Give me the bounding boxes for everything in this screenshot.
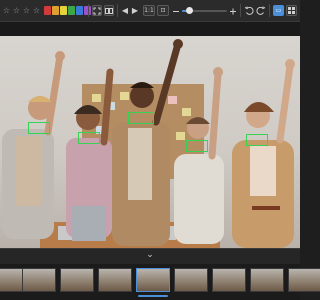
face-detection-box[interactable] [186,140,208,152]
face-detection-box[interactable] [128,112,154,124]
face-detection-box[interactable] [246,134,268,146]
filmstrip-thumbnail[interactable] [250,268,284,292]
star-4-icon[interactable]: ☆ [32,5,41,16]
filmstrip-thumbnail[interactable] [288,268,320,292]
color-labels[interactable] [44,5,91,16]
grid-view-button[interactable] [286,5,297,16]
grid-icon [288,7,295,14]
filmstrip-thumbnail-selected[interactable] [136,268,170,292]
filmstrip-collapse-button[interactable]: ⌄ [142,251,158,261]
filmstrip-thumbnail[interactable] [22,268,56,292]
person-1 [2,51,65,239]
prev-image-button[interactable]: ◀ [121,5,129,16]
star-1-icon[interactable]: ☆ [2,5,11,16]
viewer-top-margin [0,22,300,36]
color-label-blue[interactable] [76,6,83,15]
star-2-icon[interactable]: ☆ [12,5,21,16]
filmstrip-header: ⌄ [0,248,300,265]
zoom-1to1-button[interactable]: 1:1 [143,5,155,16]
toolbar-divider [269,4,270,17]
filmstrip[interactable] [0,264,320,300]
compare-button[interactable] [104,5,114,16]
rotate-right-icon[interactable] [256,5,266,16]
top-toolbar: ☆ ☆ ☆ ☆ ☆ ◀ ▶ 1:1 ⊡ [0,0,300,22]
star-3-icon[interactable]: ☆ [22,5,31,16]
toolbar-divider [240,4,241,17]
color-label-red[interactable] [44,6,51,15]
zoom-out-icon[interactable] [172,6,180,17]
zoom-slider[interactable] [182,0,227,22]
expand-icon [93,7,101,15]
zoom-fit-button[interactable]: ⊡ [157,5,169,16]
fullscreen-button[interactable] [92,5,102,16]
rotate-left-icon[interactable] [244,5,254,16]
toolbar-divider [117,4,118,17]
filmstrip-scrollbar[interactable] [138,295,168,297]
person-5 [232,59,295,248]
face-detection-box[interactable] [28,122,50,134]
color-label-orange[interactable] [52,6,59,15]
filmstrip-thumbnail[interactable] [212,268,246,292]
single-view-button[interactable]: ▭ [273,5,284,16]
filmstrip-thumbnail[interactable] [60,268,94,292]
color-label-yellow[interactable] [60,6,67,15]
filmstrip-thumbnail[interactable] [98,268,132,292]
zoom-slider-handle[interactable] [185,7,193,14]
compare-icon [105,8,113,14]
next-image-button[interactable]: ▶ [131,5,139,16]
face-detection-box[interactable] [78,132,100,144]
toolbar-divider [88,4,89,17]
filmstrip-thumbnail[interactable] [174,268,208,292]
zoom-in-icon[interactable] [229,6,237,17]
color-label-green[interactable] [68,6,75,15]
image-viewer[interactable] [0,36,300,248]
